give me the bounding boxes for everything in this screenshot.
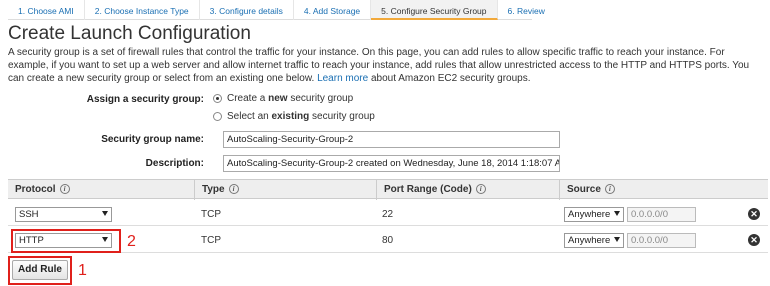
wizard-step-configure-security-group[interactable]: 5. Configure Security Group: [371, 0, 498, 20]
wizard-steps: 1. Choose AMI 2. Choose Instance Type 3.…: [8, 0, 545, 20]
intro-text: A security group is a set of firewall ru…: [8, 46, 760, 85]
type-value: TCP: [201, 209, 221, 220]
port-range-info-icon[interactable]: i: [475, 184, 486, 194]
assign-security-group-label: Assign a security group:: [86, 94, 204, 105]
protocol-info-icon[interactable]: i: [59, 184, 70, 194]
header-type: Type i: [194, 180, 376, 200]
page-title: Create Launch Configuration: [8, 23, 251, 44]
wizard-step-choose-instance-type[interactable]: 2. Choose Instance Type: [85, 0, 200, 20]
header-protocol: Protocol i: [8, 180, 194, 200]
port-value: 80: [382, 235, 394, 246]
radio-select-existing[interactable]: Select an existing security group: [213, 111, 375, 122]
chevron-down-icon: [614, 211, 620, 216]
type-value: TCP: [201, 235, 221, 246]
chevron-down-icon: [614, 237, 620, 242]
highlight-box-protocol: [11, 229, 121, 253]
table-row: HTTP TCP 80 Anywhere 0.0.0.0/0 ✕: [8, 227, 768, 253]
table-row: SSH TCP 22 Anywhere 0.0.0.0/0 ✕: [8, 200, 768, 226]
callout-1: 1: [78, 262, 87, 279]
radio-create-new-label: Create a new security group: [227, 93, 354, 104]
protocol-select[interactable]: SSH: [15, 207, 112, 222]
description-label: Description:: [145, 158, 204, 169]
type-info-icon[interactable]: i: [228, 184, 239, 194]
source-info-icon[interactable]: i: [604, 184, 615, 194]
rules-table-header: Protocol i Type i Port Range (Code) i So…: [8, 179, 768, 200]
callout-2: 2: [127, 233, 136, 250]
source-select[interactable]: Anywhere: [564, 233, 624, 248]
wizard-step-add-storage[interactable]: 4. Add Storage: [294, 0, 372, 20]
remove-rule-icon[interactable]: ✕: [748, 208, 760, 220]
wizard-step-choose-ami[interactable]: 1. Choose AMI: [8, 0, 85, 20]
learn-more-link[interactable]: Learn more: [317, 73, 368, 84]
chevron-down-icon: [102, 211, 108, 216]
intro-after-link: about Amazon EC2 security groups.: [370, 73, 531, 84]
radio-select-existing-button[interactable]: [213, 112, 222, 121]
wizard-step-review[interactable]: 6. Review: [498, 0, 555, 20]
radio-select-existing-label: Select an existing security group: [227, 111, 375, 122]
security-group-name-label: Security group name:: [101, 134, 204, 145]
cidr-input[interactable]: 0.0.0.0/0: [627, 207, 696, 222]
wizard-step-configure-details[interactable]: 3. Configure details: [200, 0, 294, 20]
radio-create-new[interactable]: Create a new security group: [213, 93, 353, 104]
header-port-range: Port Range (Code) i: [376, 180, 559, 200]
radio-create-new-button[interactable]: [213, 94, 222, 103]
header-source: Source i: [559, 180, 768, 200]
source-select[interactable]: Anywhere: [564, 207, 624, 222]
security-group-name-input[interactable]: AutoScaling-Security-Group-2: [223, 131, 560, 148]
description-input[interactable]: AutoScaling-Security-Group-2 created on …: [223, 155, 560, 172]
remove-rule-icon[interactable]: ✕: [748, 234, 760, 246]
port-value: 22: [382, 209, 394, 220]
cidr-input[interactable]: 0.0.0.0/0: [627, 233, 696, 248]
highlight-box-add-rule: [8, 256, 72, 285]
